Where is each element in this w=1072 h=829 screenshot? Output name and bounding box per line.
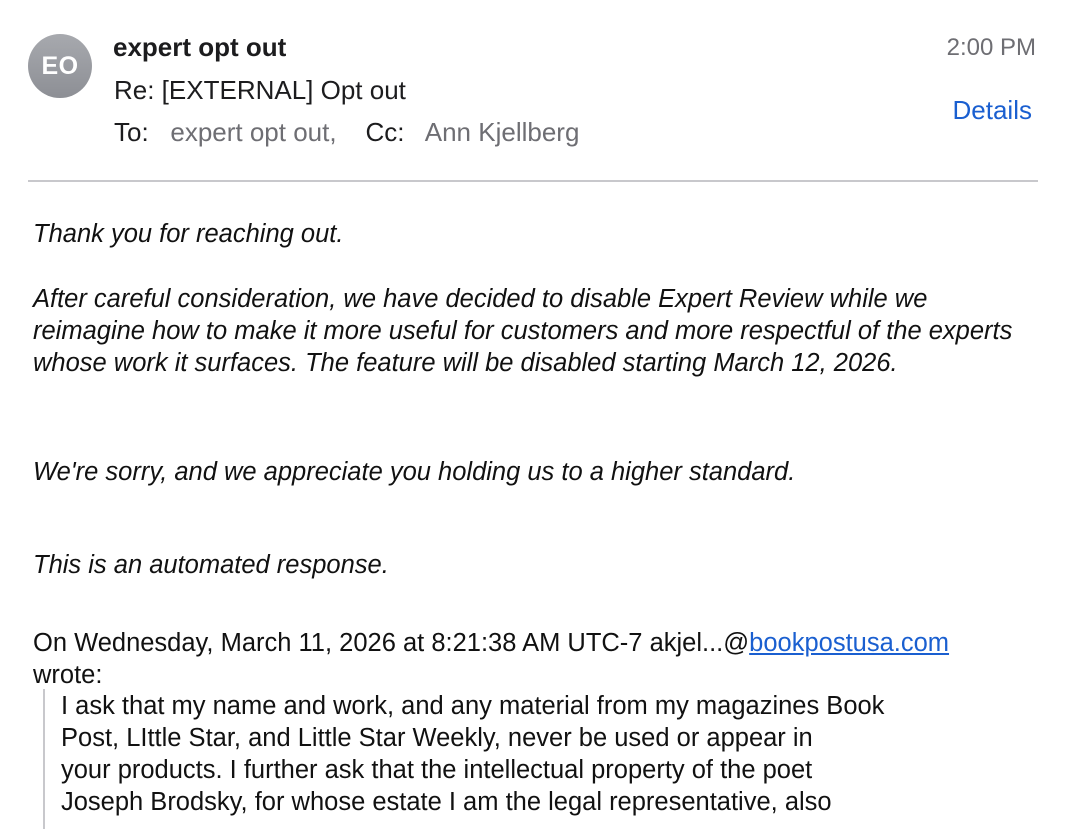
quoted-attribution: On Wednesday, March 11, 2026 at 8:21:38 … <box>33 627 1043 691</box>
sender-avatar: EO <box>28 34 92 98</box>
email-subject: Re: [EXTERNAL] Opt out <box>114 75 406 105</box>
quote-bar <box>43 689 45 829</box>
quoted-line: I ask that my name and work, and any mat… <box>61 692 885 720</box>
attribution-wrote: wrote: <box>33 661 103 689</box>
attribution-text: On Wednesday, March 11, 2026 at 8:21:38 … <box>33 629 750 657</box>
details-link[interactable]: Details <box>953 95 1032 126</box>
body-paragraph-1: Thank you for reaching out. <box>33 220 344 248</box>
quoted-line: your products. I further ask that the in… <box>61 756 813 784</box>
sender-domain-link[interactable]: bookpostusa.com <box>749 629 949 657</box>
quoted-line: Joseph Brodsky, for whose estate I am th… <box>61 788 832 816</box>
to-recipient[interactable]: expert opt out, <box>170 117 336 147</box>
quoted-line: Post, LIttle Star, and Little Star Weekl… <box>61 724 813 752</box>
body-paragraph-3: We're sorry, and we appreciate you holdi… <box>33 458 796 486</box>
cc-label: Cc: <box>365 117 405 147</box>
quoted-message: I ask that my name and work, and any mat… <box>61 690 991 818</box>
header-divider <box>28 180 1038 182</box>
body-paragraph-4: This is an automated response. <box>33 551 389 579</box>
cc-recipient[interactable]: Ann Kjellberg <box>425 117 580 147</box>
recipients-row: To: expert opt out, Cc: Ann Kjellberg <box>114 117 579 148</box>
body-paragraph-2: After careful consideration, we have dec… <box>33 285 1013 377</box>
to-label: To: <box>114 117 149 147</box>
sender-name: expert opt out <box>113 32 287 62</box>
email-timestamp: 2:00 PM <box>946 34 1036 61</box>
